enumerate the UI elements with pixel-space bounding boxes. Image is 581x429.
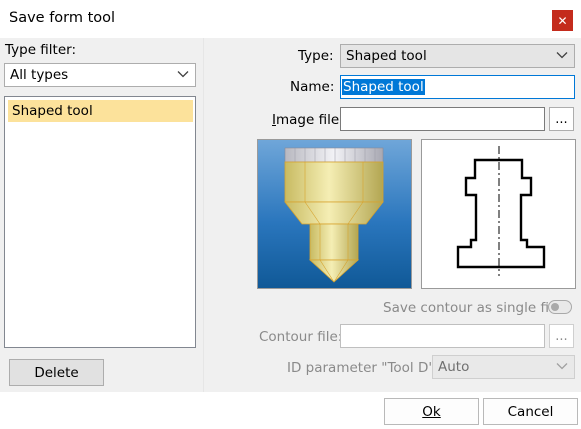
image-browse-label: ... — [555, 111, 568, 127]
name-input[interactable]: Shaped tool — [340, 75, 575, 99]
contour-file-label: Contour file: — [259, 329, 343, 345]
panel-separator — [203, 38, 204, 392]
type-filter-value: All types — [10, 67, 69, 83]
chevron-down-icon — [556, 363, 568, 370]
contour-browse-button[interactable]: ... — [549, 324, 574, 348]
image-file-label: Image file: — [272, 112, 344, 128]
cancel-button[interactable]: Cancel — [483, 398, 578, 425]
tool-contour-drawing — [421, 139, 576, 289]
save-contour-toggle[interactable] — [548, 300, 572, 314]
ok-button-label: Ok — [422, 403, 441, 420]
tool-list[interactable]: Shaped tool — [4, 96, 196, 348]
list-item[interactable]: Shaped tool — [8, 100, 193, 122]
type-value: Shaped tool — [346, 48, 427, 64]
shaped-tool-image — [257, 139, 412, 289]
type-select[interactable]: Shaped tool — [340, 44, 575, 68]
type-filter-select[interactable]: All types — [4, 63, 196, 87]
contour-browse-label: ... — [555, 328, 568, 344]
cancel-button-label: Cancel — [507, 403, 554, 420]
delete-button[interactable]: Delete — [9, 359, 104, 386]
image-browse-button[interactable]: ... — [549, 107, 574, 131]
list-item-label: Shaped tool — [12, 103, 93, 119]
close-icon: ✕ — [557, 13, 568, 28]
ok-button[interactable]: Ok — [384, 398, 479, 425]
save-contour-label: Save contour as single file — [383, 300, 562, 316]
image-file-input[interactable] — [340, 107, 545, 131]
chevron-down-icon — [177, 71, 189, 78]
type-filter-label: Type filter: — [5, 42, 77, 58]
type-label: Type: — [298, 48, 334, 64]
contour-file-input[interactable] — [340, 324, 545, 348]
window-title: Save form tool — [9, 10, 116, 26]
id-parameter-label: ID parameter "Tool D": — [287, 360, 440, 376]
id-parameter-value: Auto — [438, 359, 470, 375]
close-button[interactable]: ✕ — [552, 10, 573, 31]
name-value: Shaped tool — [342, 79, 425, 95]
chevron-down-icon — [556, 52, 568, 59]
id-parameter-select[interactable]: Auto — [432, 355, 575, 379]
name-label: Name: — [290, 79, 335, 95]
delete-button-label: Delete — [34, 364, 79, 381]
toggle-knob — [551, 303, 559, 311]
